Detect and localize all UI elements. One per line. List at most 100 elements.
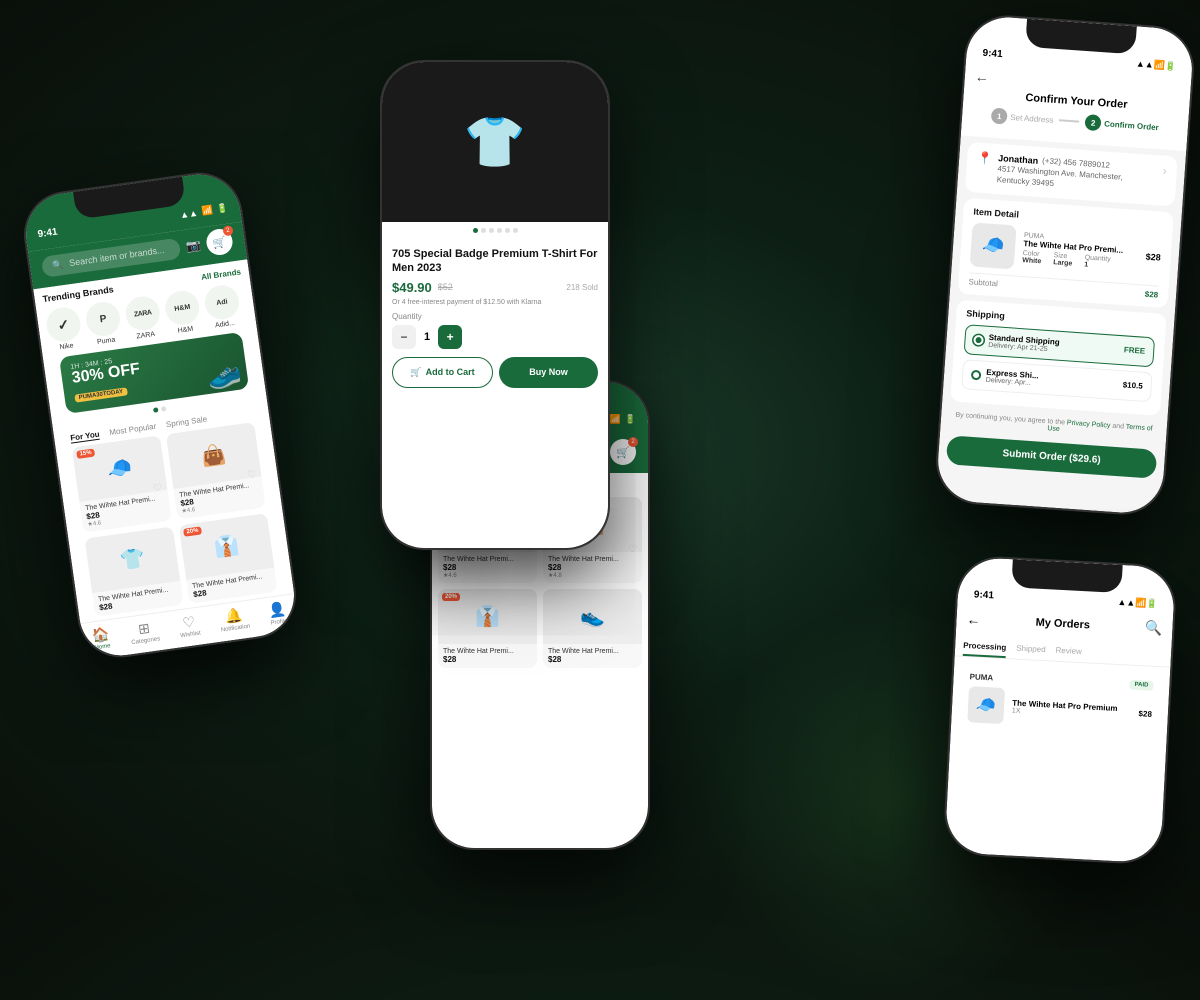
brand-puma[interactable]: P Puma <box>84 300 124 347</box>
price-old: $52 <box>438 282 453 292</box>
add-to-cart-button[interactable]: 🛒 Add to Cart <box>392 357 493 388</box>
paid-badge: PAID <box>1129 680 1153 691</box>
brand-nike[interactable]: ✓ Nike <box>44 305 84 352</box>
item-size: Large <box>1053 259 1073 267</box>
sold-count: 218 Sold <box>566 283 598 292</box>
order-brand: PUMA <box>969 672 993 682</box>
order-price: $28 <box>1138 709 1152 719</box>
dot-2-1 <box>481 228 486 233</box>
dot-1 <box>160 406 166 412</box>
product-card-2[interactable]: 👜 ♡ The Wihte Hat Premi... $28 ★4.6 <box>166 422 266 520</box>
item-thumbnail: 🧢 <box>970 222 1017 269</box>
step-circle-2: 2 <box>1085 114 1102 131</box>
phone-notch-2 <box>440 62 550 90</box>
product-card-3[interactable]: 👕 The Wihte Hat Premi... $28 <box>84 526 183 617</box>
heart-icon-2[interactable]: ♡ <box>247 469 257 481</box>
dot-2-3 <box>497 228 502 233</box>
phone-home-main: 9:41 ▲▲ 📶 🔋 🔍 Search item or brands... 📷… <box>18 167 301 663</box>
detail-content: 705 Special Badge Premium T-Shirt For Me… <box>382 239 608 396</box>
product-card-1[interactable]: 15% 🧢 ♡ The Wihte Hat Premi... $28 ★4.6 <box>72 435 172 533</box>
product-card-3-3[interactable]: 20% 👔 The Wihte Hat Premi... $28 <box>438 589 537 668</box>
status-icons-5: ▲▲📶🔋 <box>1117 597 1158 610</box>
item-detail-section: Item Detail 🧢 PUMA The Wihte Hat Pro Pre… <box>958 197 1174 307</box>
quantity-label: Quantity <box>392 312 598 321</box>
wishlist-icon: ♡ <box>181 613 196 632</box>
cart-button-3[interactable]: 🛒 2 <box>610 439 636 465</box>
shipping-price-express: $10.5 <box>1122 380 1143 390</box>
phone-confirm-order: 9:41 ▲▲📶🔋 ← Confirm Your Order 1 Set Add… <box>933 13 1197 518</box>
product-card-4[interactable]: 20% 👔 The Wihte Hat Premi... $28 <box>179 513 278 604</box>
tab-shipped[interactable]: Shipped <box>1016 644 1046 661</box>
action-buttons: 🛒 Add to Cart Buy Now <box>392 357 598 388</box>
step-line <box>1059 120 1079 123</box>
nav-notification[interactable]: 🔔 Notification <box>218 606 251 634</box>
step-2: 2 Confirm Order <box>1085 114 1160 135</box>
tab-processing[interactable]: Processing <box>963 641 1007 658</box>
phone-product-detail: 👕 705 Special Badge Premium T-Shirt For … <box>380 60 610 550</box>
dot-2-2 <box>489 228 494 233</box>
privacy-link[interactable]: Privacy Policy <box>1067 419 1111 429</box>
tab-spring-sale[interactable]: Spring Sale <box>165 415 207 431</box>
search-orders-icon[interactable]: 🔍 <box>1145 619 1163 637</box>
orders-title: My Orders <box>1035 616 1090 631</box>
brand-hm[interactable]: H&M H&M <box>163 289 203 336</box>
product-card-3-4[interactable]: 👟 The Wihte Hat Premi... $28 <box>543 589 642 668</box>
cart-badge-3: 2 <box>628 437 638 447</box>
phone-my-orders: 9:41 ▲▲📶🔋 ← My Orders 🔍 Processing Shipp… <box>942 554 1177 865</box>
dot-active-2 <box>473 228 478 233</box>
radio-express <box>971 369 982 380</box>
dot-active <box>152 407 158 413</box>
cart-button-1[interactable]: 🛒 2 <box>205 227 234 256</box>
order-thumbnail: 🧢 <box>967 686 1005 724</box>
promo-code: PUMA30TODAY <box>74 387 127 402</box>
phone-notch-5 <box>1011 559 1122 593</box>
quantity-decrease[interactable]: − <box>392 325 416 349</box>
brand-adidas[interactable]: Adi Adid... <box>203 283 243 330</box>
nav-profile[interactable]: 👤 Profile <box>268 600 289 626</box>
shipping-price-standard: FREE <box>1124 345 1146 355</box>
address-row: 📍 Jonathan (+32) 456 7889012 4517 Washin… <box>975 151 1167 198</box>
confirm-header: ← Confirm Your Order 1 Set Address 2 Con… <box>961 60 1192 152</box>
price-main: $49.90 <box>392 280 432 295</box>
step-1: 1 Set Address <box>991 108 1054 128</box>
categories-icon: ⊞ <box>137 620 151 638</box>
status-time-5: 9:41 <box>974 589 995 601</box>
radio-standard <box>973 334 984 345</box>
heart-icon-3-2[interactable]: ♡ <box>628 544 637 555</box>
back-button-4[interactable]: ← <box>974 68 989 85</box>
quantity-value: 1 <box>424 331 430 343</box>
shipping-express[interactable]: Express Shi... Delivery: Apr... $10.5 <box>961 359 1153 402</box>
heart-icon-1[interactable]: ♡ <box>153 482 163 494</box>
brand-zara[interactable]: ZARA ZARA <box>123 294 163 341</box>
price-row: $49.90 $52 218 Sold <box>392 280 598 295</box>
address-section: 📍 Jonathan (+32) 456 7889012 4517 Washin… <box>965 142 1178 206</box>
nav-wishlist[interactable]: ♡ Wishlist <box>177 613 201 640</box>
order-item-row: 🧢 The Wihte Hat Pro Premium 1X $28 <box>967 686 1153 732</box>
step-circle-1: 1 <box>991 108 1008 125</box>
profile-icon: 👤 <box>268 600 288 619</box>
status-time-1: 9:41 <box>37 227 58 241</box>
quantity-increase[interactable]: + <box>438 325 462 349</box>
nav-home[interactable]: 🏠 Home <box>91 625 112 651</box>
notification-icon: 🔔 <box>224 607 244 626</box>
tab-review[interactable]: Review <box>1055 646 1082 662</box>
tab-for-you[interactable]: For You <box>70 430 101 444</box>
home-icon: 🏠 <box>91 625 111 644</box>
subtotal-label: Subtotal <box>968 277 998 288</box>
buy-now-button[interactable]: Buy Now <box>499 357 598 388</box>
camera-icon-1[interactable]: 📷 <box>185 238 202 254</box>
quantity-row: − 1 + <box>392 325 598 349</box>
chevron-right-icon[interactable]: › <box>1162 164 1167 178</box>
product-grid-1: 15% 🧢 ♡ The Wihte Hat Premi... $28 ★4.6 … <box>64 421 286 618</box>
all-brands-link[interactable]: All Brands <box>201 267 242 281</box>
location-icon: 📍 <box>977 151 993 166</box>
image-dots <box>382 222 608 239</box>
status-icons-1: ▲▲ 📶 🔋 <box>179 203 228 221</box>
back-button-5[interactable]: ← <box>966 611 981 628</box>
submit-order-button[interactable]: Submit Order ($29.6) <box>946 435 1158 479</box>
nav-categories[interactable]: ⊞ Categories <box>129 618 161 646</box>
order-card-1[interactable]: PUMA PAID 🧢 The Wihte Hat Pro Premium 1X… <box>959 663 1162 740</box>
shipping-section: Shipping Standard Shipping Delivery: Apr… <box>950 299 1167 415</box>
subtotal-value: $28 <box>1145 289 1159 299</box>
product-img-3-4: 👟 <box>543 589 642 644</box>
